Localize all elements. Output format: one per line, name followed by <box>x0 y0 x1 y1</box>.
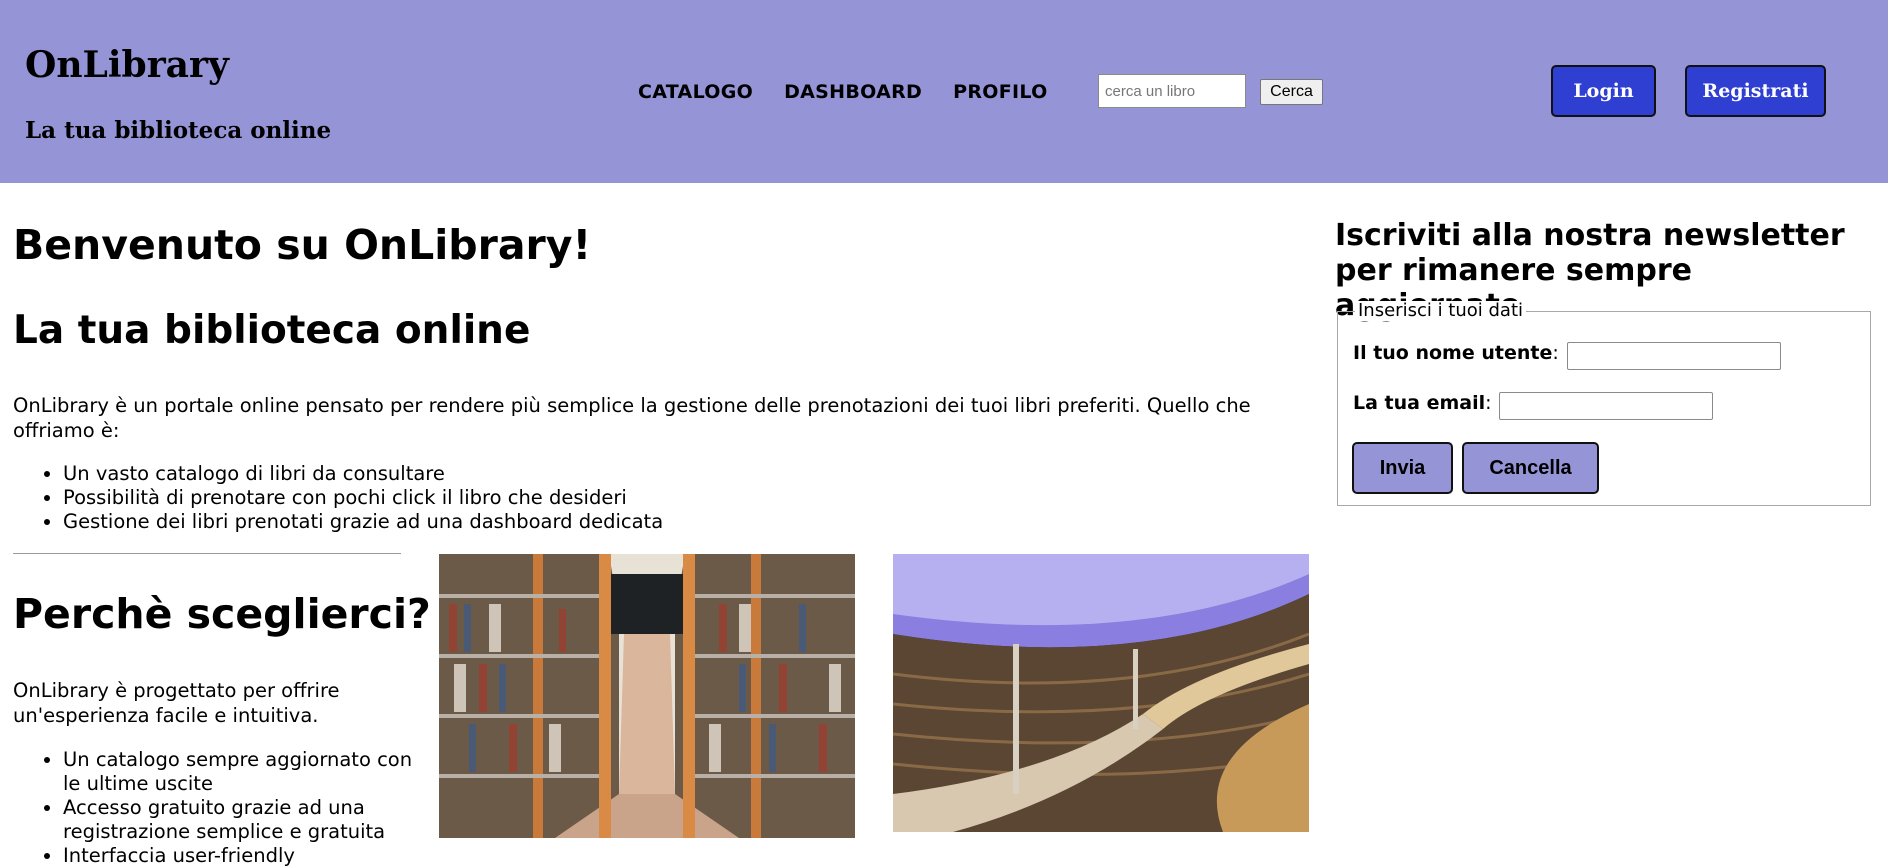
list-item: Un catalogo sempre aggiornato con le ult… <box>63 748 413 796</box>
site-title: OnLibrary <box>25 44 229 86</box>
list-item: Accesso gratuito grazie ad una registraz… <box>63 796 413 844</box>
email-label-text: La tua email <box>1353 392 1486 414</box>
send-button[interactable]: Invia <box>1352 442 1453 494</box>
search-button[interactable]: Cerca <box>1260 79 1323 105</box>
site-header: OnLibrary La tua biblioteca online CATAL… <box>0 0 1888 183</box>
email-label: La tua email: <box>1353 392 1492 414</box>
search-input[interactable] <box>1098 74 1246 108</box>
cancel-button[interactable]: Cancella <box>1462 442 1599 494</box>
section-divider <box>13 553 401 554</box>
why-heading: Perchè sceglierci? <box>13 590 431 638</box>
library-aisle-photo <box>439 554 855 838</box>
intro-paragraph: OnLibrary è un portale online pensato pe… <box>13 394 1251 442</box>
why-paragraph: OnLibrary è progettato per offrire un'es… <box>13 679 340 727</box>
username-label-text: Il tuo nome utente <box>1353 342 1553 364</box>
main-nav: CATALOGO DASHBOARD PROFILO <box>638 81 1048 103</box>
nav-dashboard[interactable]: DASHBOARD <box>784 81 922 103</box>
list-item: Gestione dei libri prenotati grazie ad u… <box>63 510 663 534</box>
list-item: Possibilità di prenotare con pochi click… <box>63 486 663 510</box>
email-label-colon: : <box>1485 392 1492 414</box>
site-tagline: La tua biblioteca online <box>25 117 332 144</box>
features-list: Un vasto catalogo di libri da consultare… <box>13 462 663 534</box>
nav-profilo[interactable]: PROFILO <box>953 81 1047 103</box>
why-list: Un catalogo sempre aggiornato con le ult… <box>13 748 413 868</box>
username-label-colon: : <box>1552 342 1559 364</box>
curved-library-photo <box>893 554 1309 832</box>
form-legend: Inserisci i tuoi dati <box>1355 301 1527 321</box>
login-button[interactable]: Login <box>1551 65 1656 117</box>
welcome-heading: Benvenuto su OnLibrary! <box>13 221 592 269</box>
list-item: Un vasto catalogo di libri da consultare <box>63 462 663 486</box>
newsletter-form: Inserisci i tuoi dati Il tuo nome utente… <box>1337 301 1871 506</box>
nav-catalogo[interactable]: CATALOGO <box>638 81 753 103</box>
username-field[interactable] <box>1567 342 1781 370</box>
list-item: Interfaccia user-friendly <box>63 844 413 868</box>
email-field[interactable] <box>1499 392 1713 420</box>
section-subtitle: La tua biblioteca online <box>13 308 531 353</box>
register-button[interactable]: Registrati <box>1685 65 1826 117</box>
username-label: Il tuo nome utente: <box>1353 342 1559 364</box>
